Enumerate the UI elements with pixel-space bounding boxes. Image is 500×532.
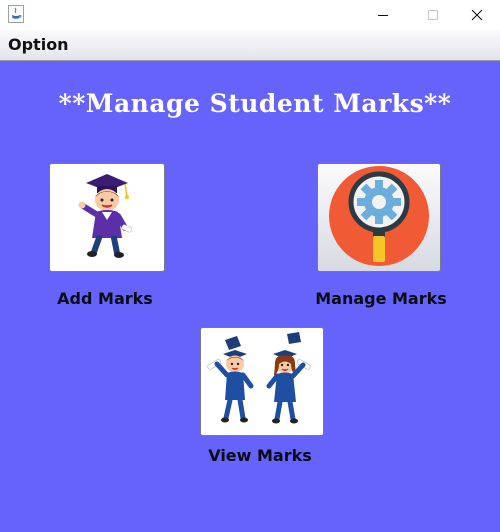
manage-marks-button[interactable] bbox=[317, 163, 441, 272]
view-marks-label: View Marks bbox=[208, 446, 312, 465]
add-marks-button[interactable] bbox=[49, 163, 165, 272]
graduate-boy-icon bbox=[78, 174, 133, 258]
add-marks-label: Add Marks bbox=[57, 289, 153, 308]
window-titlebar bbox=[0, 0, 500, 30]
close-button[interactable] bbox=[454, 0, 500, 30]
main-panel: **Manage Student Marks** Add Marks Manag… bbox=[0, 61, 500, 532]
minimize-button[interactable] bbox=[360, 0, 406, 30]
menu-option[interactable]: Option bbox=[8, 35, 69, 54]
close-icon bbox=[471, 9, 483, 21]
java-app-icon bbox=[8, 5, 24, 23]
manage-marks-label: Manage Marks bbox=[315, 289, 447, 308]
maximize-icon bbox=[428, 10, 438, 20]
magnifier-gear-icon bbox=[329, 166, 429, 266]
maximize-button[interactable] bbox=[410, 0, 456, 30]
minimize-icon bbox=[378, 15, 388, 16]
graduates-pair-icon bbox=[207, 332, 311, 424]
menu-bar: Option bbox=[0, 30, 500, 61]
view-marks-button[interactable] bbox=[200, 327, 324, 436]
page-title: **Manage Student Marks** bbox=[58, 89, 452, 118]
